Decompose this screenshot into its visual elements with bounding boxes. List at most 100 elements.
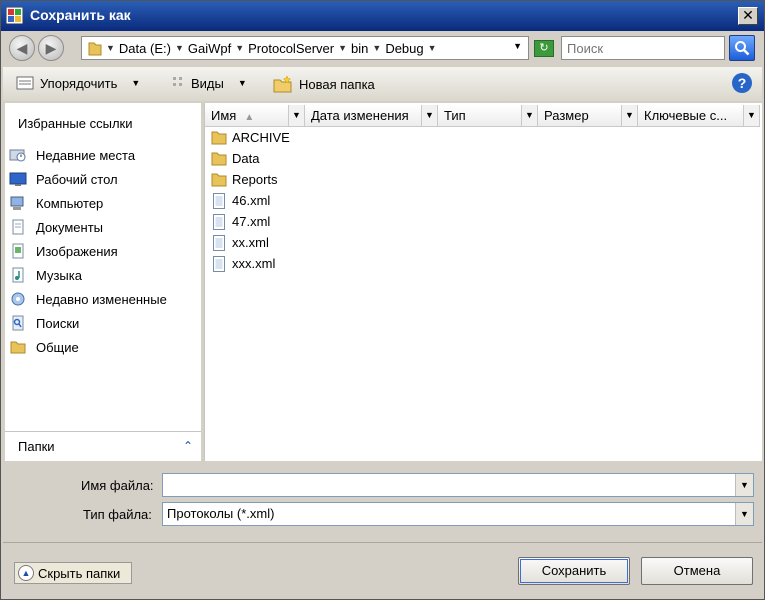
back-arrow-icon: ◀ [16,40,28,56]
back-button[interactable]: ◀ [9,35,35,61]
xml-file-icon [210,234,228,251]
list-item[interactable]: 46.xml [210,190,290,211]
sidebar-item-label: Рабочий стол [36,171,118,187]
app-icon [6,7,23,24]
forward-button[interactable]: ▶ [38,35,64,61]
organize-button[interactable]: Упорядочить ▼ [16,75,140,91]
list-item[interactable]: Reports [210,169,290,190]
pictures-icon [8,242,28,260]
address-history-dropdown-icon[interactable]: ▼ [513,41,522,51]
sidebar-item-pictures[interactable]: Изображения [5,239,201,263]
folders-toggle[interactable]: Папки ⌃ [5,431,201,461]
sidebar-item-searches[interactable]: Поиски [5,311,201,335]
sort-ascending-icon: ▲ [244,112,255,123]
file-name: xxx.xml [232,256,276,271]
sidebar-item-label: Недавние места [36,147,136,163]
chevron-down-icon[interactable]: ▼ [735,474,753,496]
list-item[interactable]: Data [210,148,290,169]
refresh-icon: ↻ [539,42,549,54]
public-folder-icon [8,338,28,356]
cancel-button[interactable]: Отмена [641,557,753,585]
list-item[interactable]: ARCHIVE [210,127,290,148]
music-icon [8,266,28,284]
views-button[interactable]: Виды ▼ [171,75,247,91]
organize-icon [16,76,34,90]
filename-field[interactable]: ▼ [162,473,754,497]
search-button[interactable] [729,35,755,61]
chevron-down-icon[interactable]: ▼ [621,105,637,126]
sidebar-item-public[interactable]: Общие [5,335,201,359]
breadcrumb-item-debug[interactable]: Debug [385,41,423,56]
navigation-pane: Избранные ссылки Недавние места Рабочий … [5,103,201,461]
sidebar-item-recent-places[interactable]: Недавние места [5,143,201,167]
computer-icon [8,194,28,212]
column-header-label: Имя [211,108,237,123]
hide-folders-button[interactable]: ▲ Скрыть папки [14,562,132,584]
filetype-select[interactable]: Протоколы (*.xml) ▼ [162,502,754,526]
chevron-down-icon[interactable]: ▼ [743,105,759,126]
chevron-down-icon[interactable]: ▼ [421,105,437,126]
xml-file-icon [210,213,228,230]
recently-changed-icon [8,290,28,308]
title-bar[interactable]: Сохранить как ✕ [1,1,764,31]
column-header-tags[interactable]: Ключевые с... ▼ [638,105,760,127]
chevron-down-icon[interactable]: ▼ [735,503,753,525]
chevron-down-icon[interactable]: ▼ [235,43,244,53]
file-list: Имя ▲ ▼ Дата изменения ▼ Тип ▼ Размер ▼ К… [204,103,762,461]
folder-icon [210,150,228,167]
column-header-label: Размер [544,108,589,123]
column-header-name[interactable]: Имя ▲ ▼ [205,105,305,127]
views-icon [173,77,182,86]
file-name: xx.xml [232,235,269,250]
xml-file-icon [210,255,228,272]
column-headers: Имя ▲ ▼ Дата изменения ▼ Тип ▼ Размер ▼ К… [205,105,763,127]
column-header-size[interactable]: Размер ▼ [538,105,638,127]
new-folder-button[interactable]: Новая папка [273,75,375,93]
chevron-down-icon[interactable]: ▼ [372,43,381,53]
views-label: Виды [191,75,224,91]
help-button[interactable]: ? [732,73,752,93]
sidebar-item-label: Поиски [36,315,80,331]
list-item[interactable]: xxx.xml [210,253,290,274]
chevron-down-icon[interactable]: ▼ [521,105,537,126]
chevron-down-icon[interactable]: ▼ [175,43,184,53]
column-header-type[interactable]: Тип ▼ [438,105,538,127]
window-title: Сохранить как [30,7,131,23]
chevron-down-icon[interactable]: ▼ [288,105,304,126]
refresh-button[interactable]: ↻ [534,40,554,57]
breadcrumb-item-drive[interactable]: Data (E:) [119,41,171,56]
chevron-down-icon[interactable]: ▼ [338,43,347,53]
chevron-down-icon[interactable]: ▼ [428,43,437,53]
sidebar-item-documents[interactable]: Документы [5,215,201,239]
sidebar-item-label: Общие [36,339,79,355]
toolbar: Упорядочить ▼ Виды ▼ Новая папка ? [3,67,762,101]
breadcrumb-item-gaiwpf[interactable]: GaiWpf [188,41,231,56]
new-folder-icon [273,75,292,93]
sidebar-item-desktop[interactable]: Рабочий стол [5,167,201,191]
organize-label: Упорядочить [40,75,118,91]
chevron-down-icon[interactable]: ▼ [106,43,115,53]
list-item[interactable]: xx.xml [210,232,290,253]
xml-file-icon [210,192,228,209]
chevron-down-icon: ▼ [131,78,141,88]
column-header-date-modified[interactable]: Дата изменения ▼ [305,105,438,127]
save-button[interactable]: Сохранить [518,557,630,585]
address-bar[interactable]: ▼ Data (E:) ▼ GaiWpf ▼ ProtocolServer ▼ … [81,36,529,60]
file-name: Reports [232,172,278,187]
save-as-dialog: Сохранить как ✕ ◀ ▶ ▼ Data (E:) ▼ GaiWpf… [0,0,765,600]
sidebar-item-music[interactable]: Музыка [5,263,201,287]
breadcrumb-item-bin[interactable]: bin [351,41,368,56]
close-button[interactable]: ✕ [738,7,758,25]
search-input[interactable] [561,36,725,60]
breadcrumb-item-protocolserver[interactable]: ProtocolServer [248,41,334,56]
chevron-up-icon: ⌃ [182,439,193,453]
breadcrumb: ▼ Data (E:) ▼ GaiWpf ▼ ProtocolServer ▼ … [88,37,437,59]
list-item[interactable]: 47.xml [210,211,290,232]
folder-icon [210,171,228,188]
sidebar-item-recently-changed[interactable]: Недавно измененные [5,287,201,311]
sidebar-item-computer[interactable]: Компьютер [5,191,201,215]
forward-arrow-icon: ▶ [45,40,57,56]
sidebar-item-label: Компьютер [36,195,104,211]
documents-icon [8,218,28,236]
filetype-value: Протоколы (*.xml) [167,506,275,521]
